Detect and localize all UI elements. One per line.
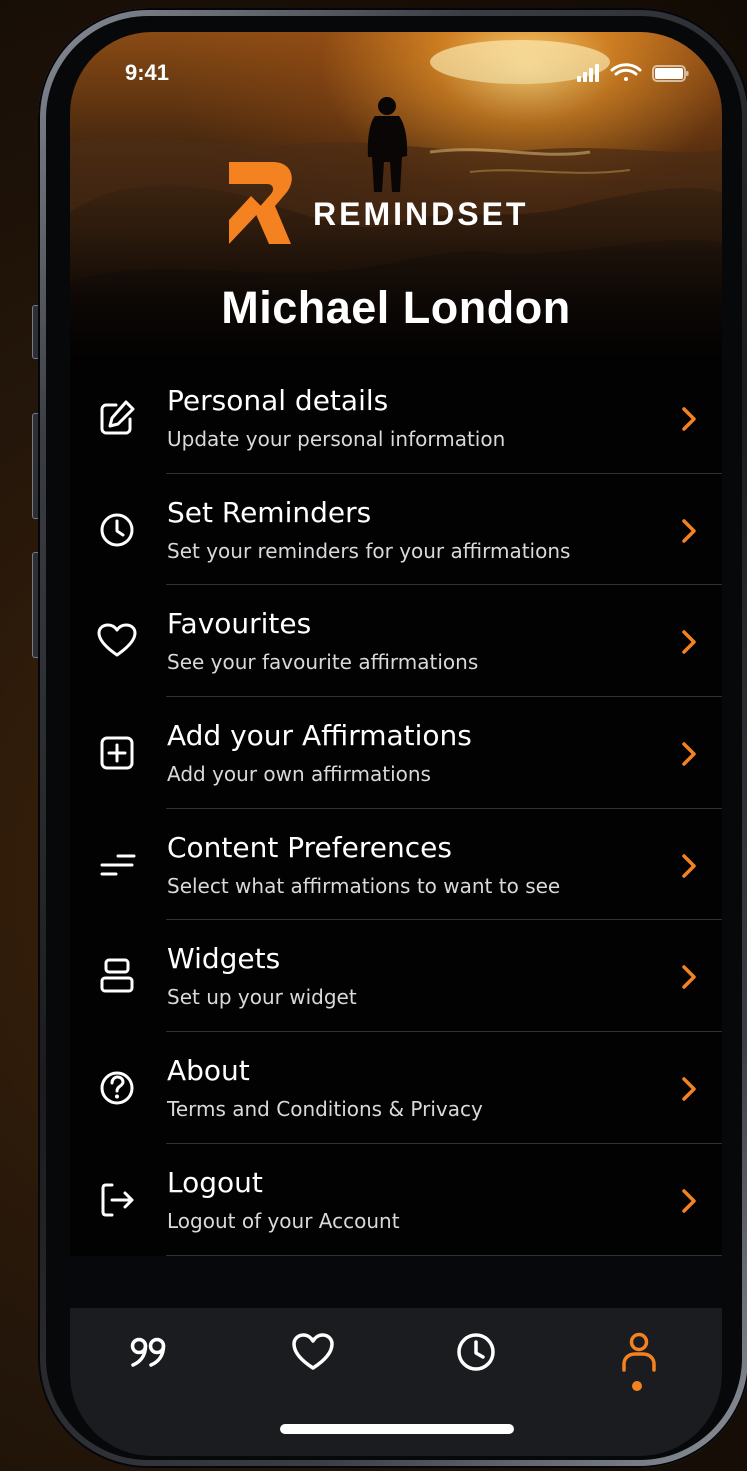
brand-name: REMINDSET [313,196,529,232]
clock-icon [457,1333,495,1371]
menu-item-widgets[interactable]: Widgets Set up your widget [70,920,722,1033]
menu-item-personal-details[interactable]: Personal details Update your personal in… [70,362,722,474]
menu-bottom-spacer [70,1256,722,1308]
home-indicator [280,1424,514,1434]
chevron-right-icon [682,518,696,543]
signal-icon [577,64,599,82]
tab-favourites[interactable] [282,1330,342,1390]
brand-logo: REMINDSET [225,160,575,250]
menu-item-subtitle: Logout of your Account [167,1208,400,1233]
menu-item-title: Favourites [167,607,312,641]
chevron-right-icon [682,965,696,990]
tab-quotes[interactable] [117,1330,177,1390]
menu-item-logout[interactable]: Logout Logout of your Account [70,1144,722,1256]
remindset-logo-icon [229,162,292,244]
menu-item-content-preferences[interactable]: Content Preferences Select what affirmat… [70,809,722,921]
wifi-icon [610,63,642,81]
menu-item-title: Logout [167,1165,263,1199]
widgets-icon [100,958,134,993]
menu-item-subtitle: Terms and Conditions & Privacy [167,1097,483,1122]
profile-icon [622,1332,656,1372]
edit-icon [100,400,135,435]
profile-screen: 9:41 REMINDSET Michael London Personal d… [70,32,722,1456]
profile-menu: Personal details Update your personal in… [70,362,722,1256]
help-circle-icon [100,1071,134,1105]
heart-icon [292,1333,334,1370]
hero-header: 9:41 REMINDSET Michael London [70,32,722,362]
menu-item-favourites[interactable]: Favourites See your favourite affirmatio… [70,585,722,698]
heart-icon [97,623,137,657]
chevron-right-icon [682,1189,696,1213]
status-icons [575,62,695,90]
status-time: 9:41 [125,60,170,85]
plus-square-icon [100,736,134,770]
menu-item-subtitle: Set your reminders for your affirmations [167,538,571,563]
menu-item-subtitle: Select what affirmations to want to see [167,873,561,898]
chevron-right-icon [682,742,696,766]
logout-icon [101,1183,134,1217]
quote-icon [130,1337,166,1367]
menu-item-title: Content Preferences [167,830,452,864]
menu-item-add-affirmations[interactable]: Add your Affirmations Add your own affir… [70,697,722,809]
menu-item-subtitle: See your favourite affirmations [167,650,479,675]
active-tab-indicator [632,1381,642,1391]
battery-icon [652,65,689,82]
menu-item-subtitle: Update your personal information [167,427,506,451]
menu-item-about[interactable]: About Terms and Conditions & Privacy [70,1032,722,1144]
user-name: Michael London [221,282,571,333]
menu-item-subtitle: Set up your widget [167,985,357,1010]
filter-icon [100,854,136,876]
menu-item-subtitle: Add your own affirmations [167,762,431,787]
menu-item-set-reminders[interactable]: Set Reminders Set your reminders for you… [70,474,722,586]
tab-reminders[interactable] [445,1330,505,1390]
chevron-right-icon [682,854,696,878]
chevron-right-icon [682,630,696,655]
menu-item-title: About [167,1054,250,1088]
menu-item-title: Widgets [167,942,281,976]
chevron-right-icon [682,1077,696,1101]
menu-item-title: Set Reminders [167,495,372,529]
status-bar: 9:41 [70,32,722,112]
chevron-right-icon [682,407,696,431]
menu-item-title: Add your Affirmations [167,719,472,753]
menu-item-title: Personal details [167,384,389,417]
clock-icon [100,513,134,547]
